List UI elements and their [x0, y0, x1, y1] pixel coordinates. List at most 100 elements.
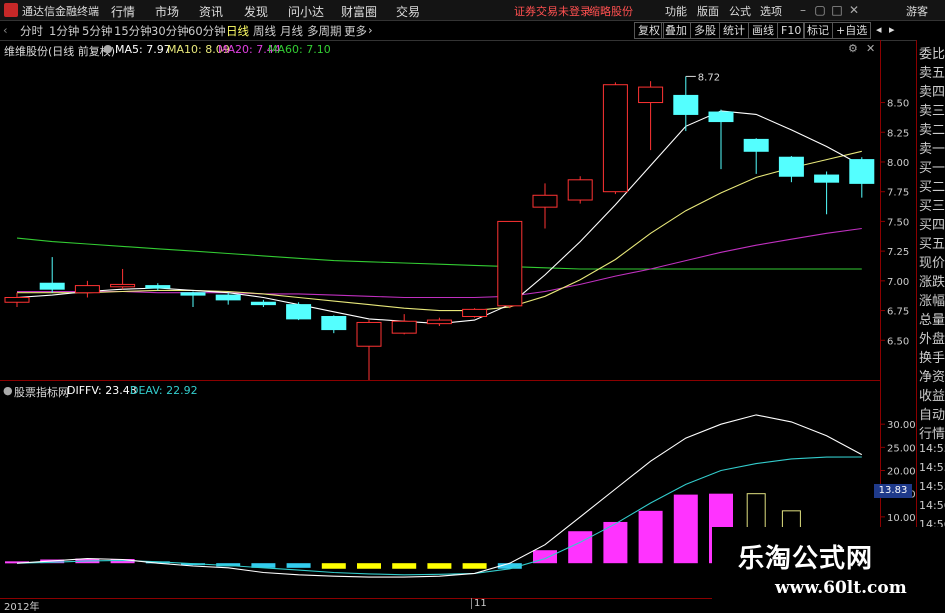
- tab-more[interactable]: 更多: [344, 23, 367, 39]
- indicator-bar: [673, 494, 698, 564]
- candle-body: [849, 159, 875, 184]
- candle-body: [567, 179, 593, 201]
- quote-sidebar[interactable]: 委比 卖五 卖四 卖三 卖二 卖一 买一 买二 买三 买四 买五 现价 涨跌 涨幅 总量 外盘 换手 净资 收益 自动…: [916, 40, 945, 600]
- tab-5min[interactable]: 5分钟: [82, 23, 112, 39]
- menu-layout[interactable]: 版面: [697, 3, 719, 19]
- candle-body: [145, 285, 171, 289]
- menu-news[interactable]: 资讯: [199, 3, 223, 20]
- indicator-bar: [286, 563, 311, 568]
- current-value-tag: 13.83: [874, 484, 912, 498]
- tab-monthly[interactable]: 月线: [280, 23, 303, 39]
- sidebar-item[interactable]: 行情: [919, 423, 945, 442]
- sidebar-item[interactable]: 14:56: [919, 499, 945, 512]
- sidebar-item[interactable]: 卖四: [919, 81, 945, 100]
- price-tick-label: 8.50: [887, 99, 909, 110]
- candle-body: [673, 94, 699, 115]
- user-label[interactable]: 游客: [906, 3, 928, 19]
- menu-market[interactable]: 市场: [155, 3, 179, 20]
- candle-body: [321, 316, 347, 331]
- sidebar-item[interactable]: 涨跌: [919, 271, 945, 290]
- price-tick-label: 6.50: [887, 336, 909, 347]
- menu-quotes[interactable]: 行情: [111, 3, 135, 20]
- menu-options[interactable]: 选项: [760, 3, 782, 19]
- month-label: 11: [471, 598, 487, 609]
- sidebar-item[interactable]: 14:55: [919, 442, 945, 455]
- indicator-tick-label: 20.00: [887, 467, 916, 478]
- menu-function[interactable]: 功能: [665, 3, 687, 19]
- sidebar-item[interactable]: 总量: [919, 309, 945, 328]
- sidebar-item[interactable]: 换手: [919, 347, 945, 366]
- candle-body: [356, 321, 382, 347]
- candle-body: [74, 285, 100, 294]
- sidebar-item[interactable]: 自动: [919, 404, 945, 423]
- sidebar-item[interactable]: 卖五: [919, 62, 945, 81]
- minimize-icon[interactable]: –: [795, 3, 811, 17]
- restore-icon[interactable]: ▢: [812, 3, 828, 17]
- sidebar-item[interactable]: 卖三: [919, 100, 945, 119]
- toolbar-left-arrow-icon[interactable]: ‹: [3, 23, 8, 37]
- menu-discover[interactable]: 发现: [244, 3, 268, 20]
- sidebar-item[interactable]: 现价: [919, 252, 945, 271]
- sidebar-item[interactable]: 买二: [919, 176, 945, 195]
- sidebar-item[interactable]: 涨幅: [919, 290, 945, 309]
- max-price-label: 8.72: [698, 72, 720, 83]
- candle-body: [426, 319, 452, 325]
- adjust-button[interactable]: 复权: [634, 22, 664, 39]
- sidebar-item[interactable]: 委比: [919, 43, 945, 62]
- candle-body: [778, 156, 804, 177]
- more-arrow-icon[interactable]: ›: [368, 23, 373, 37]
- menu-wealth[interactable]: 财富圈: [341, 3, 377, 20]
- statistics-button[interactable]: 统计: [719, 22, 749, 39]
- sidebar-item[interactable]: 买三: [919, 195, 945, 214]
- price-tick-label: 8.25: [887, 128, 909, 139]
- tab-30min[interactable]: 30分钟: [151, 23, 189, 39]
- tab-1min[interactable]: 1分钟: [49, 23, 79, 39]
- menu-trade[interactable]: 交易: [396, 3, 420, 20]
- sidebar-item[interactable]: 14:55: [919, 461, 945, 474]
- overlay-button[interactable]: 叠加: [661, 22, 691, 39]
- tab-15min[interactable]: 15分钟: [114, 23, 152, 39]
- indicator-bar: [638, 510, 663, 564]
- watermark-title: 乐淘公式网: [738, 544, 874, 574]
- ma20-line: [17, 227, 862, 299]
- sidebar-item[interactable]: 买一: [919, 157, 945, 176]
- indicator-tick-label: 25.00: [887, 443, 916, 454]
- candle-body: [250, 301, 276, 306]
- tab-daily[interactable]: 日线: [226, 23, 249, 39]
- sidebar-item[interactable]: 卖一: [919, 138, 945, 157]
- indicator-bar: [568, 531, 593, 564]
- sidebar-item[interactable]: 卖二: [919, 119, 945, 138]
- sidebar-item[interactable]: 净资: [919, 366, 945, 385]
- price-tick-label: 7.00: [887, 277, 909, 288]
- draw-line-button[interactable]: 画线: [748, 22, 778, 39]
- sidebar-item[interactable]: 收益: [919, 385, 945, 404]
- multi-stock-button[interactable]: 多股: [690, 22, 720, 39]
- candle-body: [708, 111, 734, 123]
- tab-intraday[interactable]: 分时: [20, 23, 43, 39]
- maximize-icon[interactable]: □: [829, 3, 845, 17]
- menu-ask[interactable]: 问小达: [288, 3, 324, 20]
- tab-multi-period[interactable]: 多周期: [307, 23, 342, 39]
- candle-body: [497, 220, 523, 307]
- indicator-tick-label: 30.00: [887, 420, 916, 431]
- close-icon[interactable]: ✕: [846, 3, 862, 17]
- toolbar-scroll-right-icon[interactable]: ▸: [886, 22, 898, 37]
- sidebar-item[interactable]: 14:55: [919, 480, 945, 493]
- f10-button[interactable]: F10: [777, 22, 806, 39]
- tab-60min[interactable]: 60分钟: [188, 23, 226, 39]
- sidebar-item[interactable]: 外盘: [919, 328, 945, 347]
- menu-formula[interactable]: 公式: [729, 3, 751, 19]
- ma60-line: [16, 237, 862, 270]
- mark-button[interactable]: 标记: [803, 22, 833, 39]
- candle-body: [814, 174, 840, 183]
- sidebar-item[interactable]: 买五: [919, 233, 945, 252]
- year-label: 2012年: [4, 602, 40, 613]
- kline-pane[interactable]: 维维股份(日线 前复权) ● MA5: 7.97 MA10: 8.09 MA20…: [0, 40, 880, 381]
- toolbar-scroll-left-icon[interactable]: ◂: [873, 22, 885, 37]
- stock-notice[interactable]: 缩略股份: [589, 3, 633, 19]
- tab-weekly[interactable]: 周线: [253, 23, 276, 39]
- sidebar-item[interactable]: 买四: [919, 214, 945, 233]
- indicator-bar: [321, 563, 346, 569]
- login-notice[interactable]: 证券交易未登录: [514, 3, 591, 19]
- add-watchlist-button[interactable]: +自选: [832, 22, 872, 39]
